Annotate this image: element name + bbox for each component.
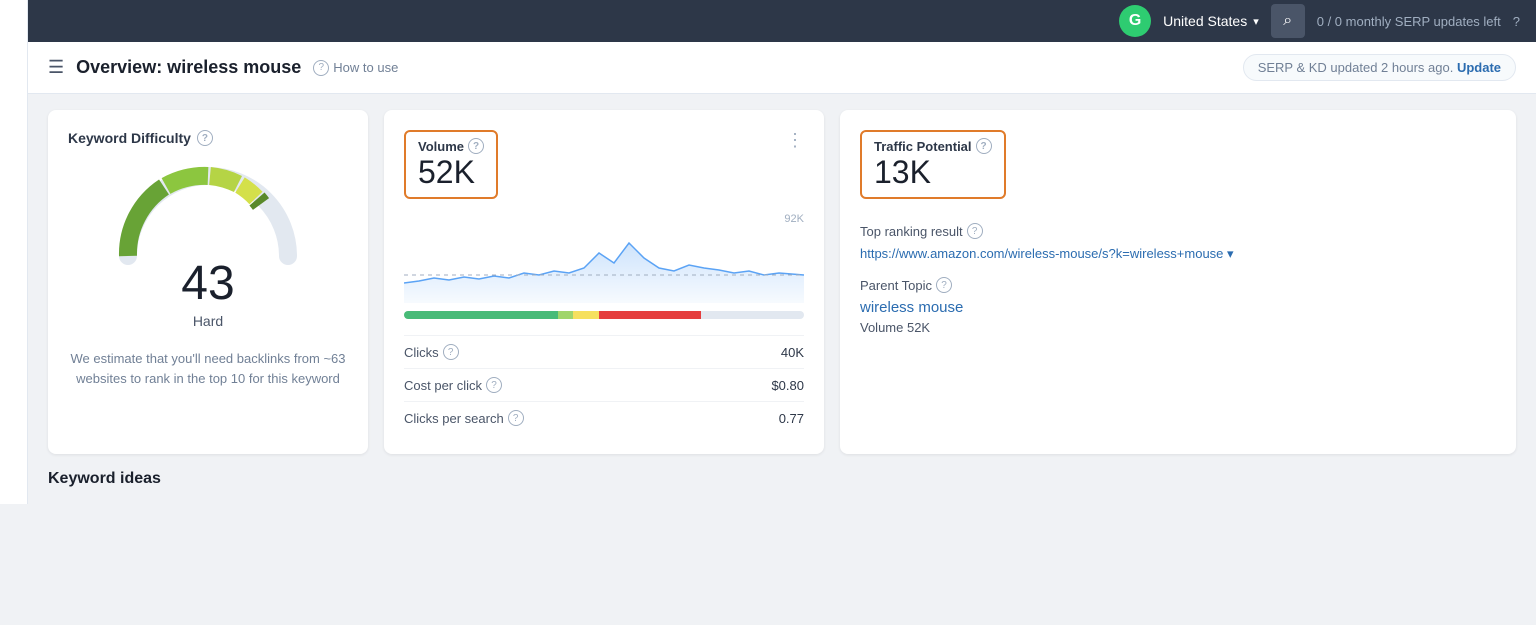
serp-update-badge: SERP & KD updated 2 hours ago. Update: [1243, 54, 1516, 81]
clicks-value: 40K: [781, 345, 804, 360]
traffic-help-icon[interactable]: ?: [976, 138, 992, 154]
top-nav: wireless mouse G United States ▾ ⌕ 0 / 0…: [28, 0, 1536, 42]
chart-max-label: 92K: [784, 213, 804, 225]
keyword-ideas-section: Keyword ideas: [28, 470, 1536, 504]
page-title: Overview: wireless mouse: [76, 57, 301, 78]
kd-rating: Hard: [193, 313, 223, 329]
kd-help-icon[interactable]: ?: [197, 130, 213, 146]
g-logo: G: [1119, 5, 1151, 37]
cpc-row: Cost per click ? $0.80: [404, 368, 804, 401]
clicks-label: Clicks ?: [404, 344, 459, 360]
volume-sub: Volume 52K: [860, 320, 1496, 335]
chart-svg: [404, 213, 804, 303]
clicks-help-icon[interactable]: ?: [443, 344, 459, 360]
cps-help-icon[interactable]: ?: [508, 410, 524, 426]
parent-topic-link[interactable]: wireless mouse: [860, 299, 1496, 316]
traffic-potential-card: Traffic Potential ? 13K Top ranking resu…: [840, 110, 1516, 454]
volume-box: Volume ? 52K: [404, 130, 498, 199]
volume-help-icon[interactable]: ?: [468, 138, 484, 154]
search-button[interactable]: ⌕: [1271, 4, 1305, 38]
help-icon[interactable]: ?: [1513, 14, 1520, 29]
help-circle-icon: ?: [313, 60, 329, 76]
keyword-ideas-label: Keyword ideas: [48, 470, 161, 487]
url-dropdown-icon: ▾: [1227, 246, 1234, 261]
volume-label: Volume ? 52K: [404, 130, 498, 199]
volume-card: Volume ? 52K ⋮ 92K: [384, 110, 824, 454]
kd-label: Keyword Difficulty ?: [68, 130, 348, 146]
cps-value: 0.77: [779, 411, 804, 426]
how-to-use-link[interactable]: ? How to use: [313, 60, 398, 76]
subheader: ☰ Overview: wireless mouse ? How to use …: [28, 42, 1536, 94]
volume-header: Volume ? 52K ⋮: [404, 130, 804, 203]
traffic-value: 13K: [874, 154, 992, 191]
clicks-row: Clicks ? 40K: [404, 335, 804, 368]
cpc-help-icon[interactable]: ?: [486, 377, 502, 393]
parent-topic-label: Parent Topic ?: [860, 277, 1496, 293]
update-link[interactable]: Update: [1457, 60, 1501, 75]
kd-estimate: We estimate that you'll need backlinks f…: [68, 349, 348, 388]
country-selector[interactable]: United States ▾: [1163, 13, 1259, 29]
ranking-url[interactable]: https://www.amazon.com/wireless-mouse/s?…: [860, 245, 1496, 263]
volume-value: 52K: [418, 154, 484, 191]
main-content: Keyword Difficulty ?: [28, 94, 1536, 470]
country-label: United States: [1163, 13, 1247, 29]
how-to-use-label: How to use: [333, 60, 398, 75]
traffic-label: Traffic Potential ? 13K: [860, 130, 1496, 215]
three-dots-icon[interactable]: ⋮: [786, 130, 804, 151]
traffic-box: Traffic Potential ? 13K: [860, 130, 1006, 199]
cpc-label: Cost per click ?: [404, 377, 502, 393]
cps-row: Clicks per search ? 0.77: [404, 401, 804, 434]
gauge-svg: [108, 156, 308, 266]
search-icon: ⌕: [1283, 12, 1292, 30]
top-ranking-help-icon[interactable]: ?: [967, 223, 983, 239]
sparkline-chart: 92K: [404, 213, 804, 303]
gauge-container: 43 Hard: [68, 156, 348, 329]
sidebar-strip: [0, 0, 28, 504]
top-ranking-label: Top ranking result ?: [860, 223, 1496, 239]
cps-label: Clicks per search ?: [404, 410, 524, 426]
keyword-difficulty-card: Keyword Difficulty ?: [48, 110, 368, 454]
serp-status-text: SERP & KD updated 2 hours ago.: [1258, 60, 1454, 75]
search-input[interactable]: wireless mouse: [44, 13, 1107, 30]
chevron-down-icon: ▾: [1253, 15, 1259, 28]
color-bar: [404, 311, 804, 319]
kd-value: 43: [181, 256, 234, 311]
hamburger-icon[interactable]: ☰: [48, 57, 64, 78]
serp-info: 0 / 0 monthly SERP updates left: [1317, 14, 1501, 29]
cpc-value: $0.80: [771, 378, 804, 393]
parent-topic-help-icon[interactable]: ?: [936, 277, 952, 293]
